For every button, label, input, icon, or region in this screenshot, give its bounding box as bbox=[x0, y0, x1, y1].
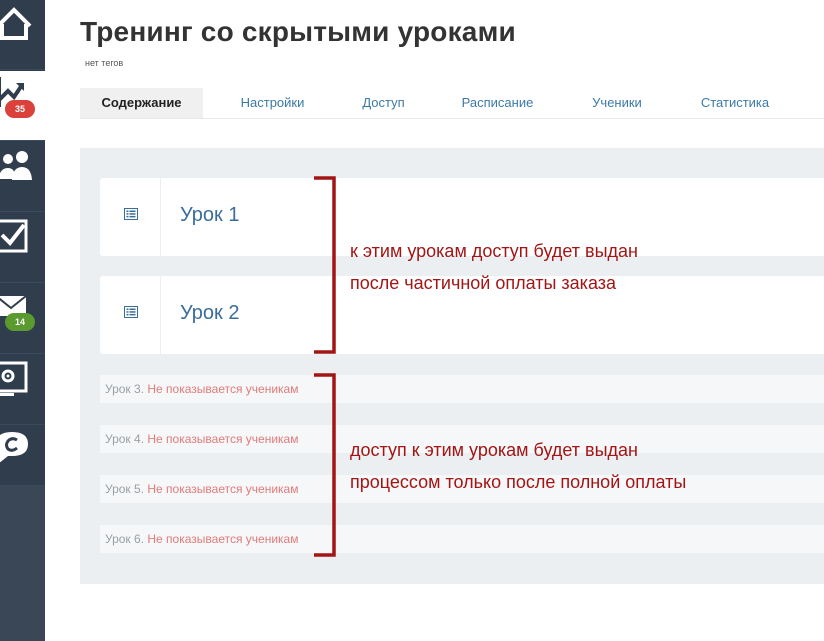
sidebar-item-settings[interactable] bbox=[0, 355, 45, 425]
tab-students[interactable]: Ученики bbox=[577, 88, 657, 118]
annotation-line: процессом только после полной оплаты bbox=[350, 472, 687, 492]
messages-badge: 14 bbox=[5, 313, 35, 331]
statistics-badge: 35 bbox=[5, 100, 35, 118]
tab-content[interactable]: Содержание bbox=[80, 88, 203, 118]
lesson-icon-cell bbox=[100, 276, 161, 354]
users-icon bbox=[0, 151, 32, 180]
hidden-lesson-label: Урок 3. bbox=[105, 382, 145, 396]
chat-icon bbox=[0, 432, 28, 463]
hidden-lesson-label: Урок 4. bbox=[105, 432, 145, 446]
tags-label: нет тегов bbox=[85, 58, 124, 68]
sidebar-item-tasks[interactable] bbox=[0, 213, 45, 283]
page-title: Тренинг со скрытыми уроками bbox=[80, 16, 516, 47]
hidden-lesson-note: Не показывается ученикам bbox=[147, 432, 299, 446]
hidden-lesson-label: Урок 6. bbox=[105, 532, 145, 546]
hidden-lesson-row[interactable]: Урок 3. Не показывается ученикам bbox=[100, 375, 824, 403]
sidebar-item-users[interactable] bbox=[0, 142, 45, 212]
lesson-list-icon bbox=[124, 208, 138, 220]
lesson-list-icon bbox=[124, 306, 138, 318]
hidden-lesson-note: Не показывается ученикам bbox=[147, 482, 299, 496]
lessons-panel: Урок 1 Урок 2 Урок 3. Не показывается уч… bbox=[80, 148, 824, 584]
lesson-icon-cell bbox=[100, 178, 161, 256]
tab-settings[interactable]: Настройки bbox=[225, 88, 320, 118]
tab-access[interactable]: Доступ bbox=[346, 88, 421, 118]
lesson-title[interactable]: Урок 1 bbox=[180, 204, 239, 227]
tab-bar: Содержание Настройки Доступ Расписание У… bbox=[80, 88, 824, 119]
lesson-title[interactable]: Урок 2 bbox=[180, 302, 239, 325]
sidebar-footer bbox=[0, 486, 45, 641]
sidebar-item-chat[interactable] bbox=[0, 426, 45, 486]
annotation-line: после частичной оплаты заказа bbox=[350, 273, 617, 293]
annotation-full-access: доступ к этим урокам будет выдан процесс… bbox=[350, 434, 686, 498]
annotation-partial-access: к этим урокам доступ будет выдан после ч… bbox=[350, 235, 638, 299]
tab-statistics[interactable]: Статистика bbox=[690, 88, 780, 118]
bracket-full-access bbox=[314, 373, 336, 557]
hidden-lesson-note: Не показывается ученикам bbox=[147, 532, 299, 546]
sidebar-item-statistics[interactable]: 35 bbox=[0, 71, 45, 141]
home-icon bbox=[0, 7, 32, 40]
settings-screen-icon bbox=[0, 361, 28, 396]
hidden-lesson-row[interactable]: Урок 6. Не показывается ученикам bbox=[100, 525, 824, 553]
sidebar-item-home[interactable] bbox=[0, 0, 45, 70]
checkbox-icon bbox=[0, 219, 28, 253]
bracket-partial-access bbox=[314, 176, 336, 354]
hidden-lesson-note: Не показывается ученикам bbox=[147, 382, 299, 396]
annotation-line: доступ к этим урокам будет выдан bbox=[350, 440, 638, 460]
sidebar-item-messages[interactable]: 14 bbox=[0, 284, 45, 354]
annotation-line: к этим урокам доступ будет выдан bbox=[350, 241, 638, 261]
sidebar: 35 14 bbox=[0, 0, 45, 641]
tab-schedule[interactable]: Расписание bbox=[450, 88, 545, 118]
hidden-lesson-label: Урок 5. bbox=[105, 482, 145, 496]
